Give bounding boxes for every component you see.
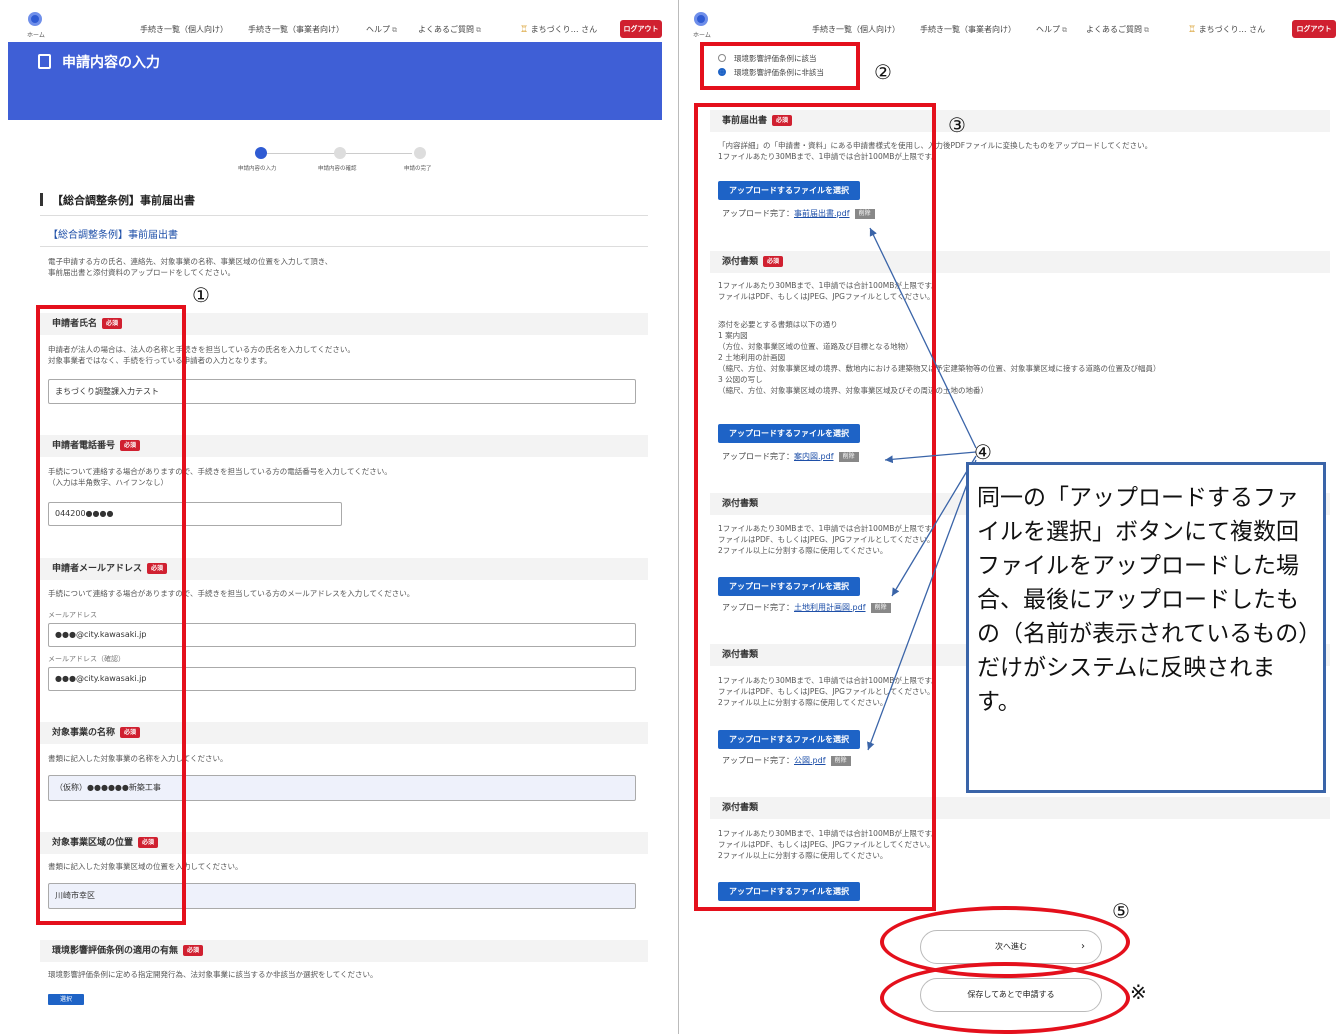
field-help: 環境影響評価条例に定める指定開発行為、法対象事業に該当するか非該当か選択をしてく…: [48, 970, 378, 979]
form-title: 【総合調整条例】事前届出書: [40, 190, 648, 216]
nav-link-help[interactable]: ヘルプ ⧉: [366, 24, 397, 35]
sub-title: 【総合調整条例】事前届出書: [48, 230, 178, 241]
progress-stepper: 申請内容の入力 申請内容の確認 申請の完了: [230, 145, 440, 175]
help-label: ヘルプ: [366, 25, 390, 34]
arrow-to-file-4: [867, 459, 977, 751]
user-name: まちづくり… さん: [530, 25, 598, 34]
arrow-to-file-1: [869, 227, 977, 449]
faq-label: よくあるご質問: [418, 25, 474, 34]
step-3-dot: [414, 147, 426, 159]
callout-box: 同一の「アップロードするファイルを選択」ボタンにて複数回ファイルをアップロードし…: [966, 462, 1326, 793]
left-panel: ホーム 手続き一覧（個人向け） 手続き一覧（事業者向け） ヘルプ ⧉ よくあるご質…: [0, 0, 662, 1034]
logout-button[interactable]: ログアウト: [620, 20, 662, 38]
step-3-label: 申請の完了: [404, 166, 432, 172]
field-header-env-assessment: 環境影響評価条例の適用の有無 必須: [40, 940, 648, 962]
step-2-label: 申請内容の確認: [318, 166, 357, 172]
external-link-icon: ⧉: [476, 26, 481, 34]
annotation-number-1: ①: [192, 283, 210, 307]
annotation-note-mark: ※: [1130, 980, 1147, 1004]
title-banner: 申請内容の入力: [8, 42, 662, 120]
nav-link-business[interactable]: 手続き一覧（事業者向け）: [248, 24, 344, 35]
external-link-icon: ⧉: [392, 26, 397, 34]
annotation-number-4: ④: [974, 440, 992, 464]
arrow-to-file-3: [891, 455, 977, 597]
step-1-label: 申請内容の入力: [238, 166, 277, 172]
right-panel: ホーム 手続き一覧（個人向け） 手続き一覧（事業者向け） ヘルプ ⧉ よくあるご質…: [680, 0, 1340, 1034]
home-label: ホーム: [27, 32, 45, 39]
panel-divider: [678, 0, 679, 1034]
intro-text: 電子申請する方の氏名、連絡先、対象事業の名称、事業区域の位置を入力して頂き、 事…: [48, 257, 333, 277]
step-1-dot: [255, 147, 267, 159]
user-menu[interactable]: ♖ まちづくり… さん: [520, 24, 597, 35]
home-logo-icon[interactable]: [28, 12, 42, 26]
field-label: 環境影響評価条例の適用の有無: [52, 946, 179, 956]
annotation-number-5: ⑤: [1112, 899, 1130, 923]
select-button[interactable]: 選択: [48, 994, 84, 1005]
form-title-text: 【総合調整条例】事前届出書: [52, 194, 195, 207]
annotation-oval-note: [880, 962, 1130, 1034]
sub-title-underline: [40, 246, 648, 247]
callout-text: 同一の「アップロードするファイルを選択」ボタンにて複数回ファイルをアップロードし…: [977, 485, 1310, 715]
step-2-dot: [334, 147, 346, 159]
title-bar-accent: [40, 193, 43, 206]
annotation-box-1: [36, 305, 186, 925]
arrow-to-file-2: [884, 451, 977, 464]
required-badge: 必須: [183, 945, 204, 956]
notification-icon: ♖: [520, 25, 529, 35]
document-edit-icon: [38, 54, 51, 69]
nav-link-personal[interactable]: 手続き一覧（個人向け）: [140, 24, 228, 35]
page-title: 申請内容の入力: [62, 55, 160, 71]
nav-link-faq[interactable]: よくあるご質問 ⧉: [418, 24, 481, 35]
